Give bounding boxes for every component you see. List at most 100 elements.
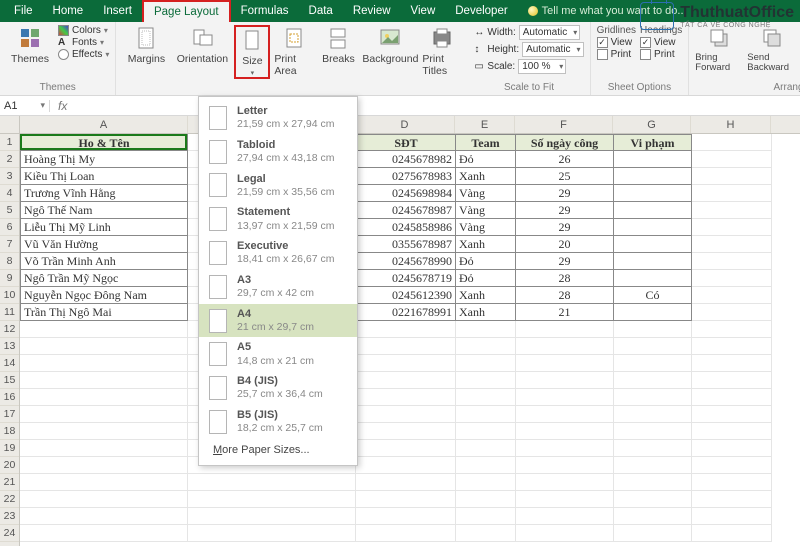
row-header[interactable]: 2 bbox=[0, 151, 19, 168]
size-button[interactable]: Size▾ bbox=[234, 25, 270, 79]
row-header[interactable]: 11 bbox=[0, 304, 19, 321]
size-option-executive[interactable]: Executive18,41 cm x 26,67 cm bbox=[199, 236, 357, 270]
row-header[interactable]: 12 bbox=[0, 321, 19, 338]
tab-file[interactable]: File bbox=[4, 0, 43, 22]
themes-button[interactable]: Themes bbox=[6, 25, 54, 65]
row-header[interactable]: 18 bbox=[0, 423, 19, 440]
tab-data[interactable]: Data bbox=[299, 0, 343, 22]
size-option-a5[interactable]: A514,8 cm x 21 cm bbox=[199, 337, 357, 371]
fonts-icon: A bbox=[58, 37, 69, 48]
group-label-page-setup bbox=[122, 82, 462, 95]
row-header[interactable]: 1 bbox=[0, 134, 19, 151]
tab-developer[interactable]: Developer bbox=[445, 0, 517, 22]
row-header[interactable]: 17 bbox=[0, 406, 19, 423]
group-scale-to-fit: ↔Width:Automatic ↕Height:Automatic ▭Scal… bbox=[468, 22, 590, 95]
page-icon bbox=[209, 241, 227, 265]
table-row: Võ Trần Minh Anh0245678990Đỏ29 bbox=[20, 253, 800, 270]
row-header[interactable]: 13 bbox=[0, 338, 19, 355]
themes-label: Themes bbox=[11, 53, 49, 65]
row-header[interactable]: 24 bbox=[0, 525, 19, 542]
row-header[interactable]: 7 bbox=[0, 236, 19, 253]
bring-forward-button[interactable]: Bring Forward bbox=[695, 25, 743, 72]
send-backward-button[interactable]: Send Backward bbox=[747, 25, 797, 72]
page-icon bbox=[209, 275, 227, 299]
row-header[interactable]: 6 bbox=[0, 219, 19, 236]
tab-view[interactable]: View bbox=[401, 0, 446, 22]
page-icon bbox=[209, 342, 227, 366]
scale-percent[interactable]: ▭Scale:100 % bbox=[474, 59, 583, 74]
group-page-setup: Margins Orientation Size▾ Print Area Bre… bbox=[116, 22, 468, 95]
row-header[interactable]: 5 bbox=[0, 202, 19, 219]
size-option-legal[interactable]: Legal21,59 cm x 35,56 cm bbox=[199, 169, 357, 203]
row-header[interactable]: 16 bbox=[0, 389, 19, 406]
logo-text: ThuthuatOffice bbox=[680, 4, 794, 22]
group-label-arrange: Arrange bbox=[695, 82, 800, 95]
col-header[interactable]: H bbox=[691, 116, 771, 133]
size-option-letter[interactable]: Letter21,59 cm x 27,94 cm bbox=[199, 101, 357, 135]
page-icon bbox=[209, 106, 227, 130]
size-icon bbox=[239, 27, 265, 53]
table-row: Nguyễn Ngọc Đông Nam0245612390Xanh28Có bbox=[20, 287, 800, 304]
size-dropdown: Letter21,59 cm x 27,94 cmTabloid27,94 cm… bbox=[198, 96, 358, 466]
bulb-icon bbox=[528, 6, 538, 16]
gridlines-print-checkbox[interactable]: Print bbox=[597, 49, 636, 60]
scale-height[interactable]: ↕Height:Automatic bbox=[474, 42, 583, 57]
row-header[interactable]: 15 bbox=[0, 372, 19, 389]
table-row: Trần Thị Ngô Mai0221678991Xanh21 bbox=[20, 304, 800, 321]
row-header[interactable]: 22 bbox=[0, 491, 19, 508]
tab-insert[interactable]: Insert bbox=[93, 0, 142, 22]
row-header[interactable]: 9 bbox=[0, 270, 19, 287]
more-paper-sizes[interactable]: More Paper Sizes... bbox=[199, 439, 357, 461]
fx-icon[interactable]: fx bbox=[50, 99, 75, 113]
size-option-a4[interactable]: A421 cm x 29,7 cm bbox=[199, 304, 357, 338]
size-option-b5-jis-[interactable]: B5 (JIS)18,2 cm x 25,7 cm bbox=[199, 405, 357, 439]
headings-view-checkbox[interactable]: ✓View bbox=[640, 37, 682, 48]
row-header[interactable]: 8 bbox=[0, 253, 19, 270]
row-header[interactable]: 4 bbox=[0, 185, 19, 202]
col-header[interactable]: D bbox=[355, 116, 455, 133]
col-header[interactable]: G bbox=[613, 116, 691, 133]
effects-button[interactable]: Effects▾ bbox=[58, 49, 109, 60]
print-area-button[interactable]: Print Area bbox=[274, 25, 314, 77]
empty-row bbox=[20, 440, 800, 457]
col-header[interactable]: A bbox=[20, 116, 188, 133]
row-header[interactable]: 21 bbox=[0, 474, 19, 491]
row-header[interactable]: 14 bbox=[0, 355, 19, 372]
gridlines-view-checkbox[interactable]: ✓View bbox=[597, 37, 636, 48]
colors-button[interactable]: Colors▾ bbox=[58, 25, 109, 36]
empty-row bbox=[20, 525, 800, 542]
row-header[interactable]: 10 bbox=[0, 287, 19, 304]
tab-formulas[interactable]: Formulas bbox=[231, 0, 299, 22]
col-header[interactable]: F bbox=[515, 116, 613, 133]
headings-print-checkbox[interactable]: Print bbox=[640, 49, 682, 60]
col-header[interactable]: E bbox=[455, 116, 515, 133]
cells-area[interactable]: A D E F G H Họ & TênSĐTTeamSố ngày côngV… bbox=[20, 116, 800, 546]
empty-row bbox=[20, 338, 800, 355]
margins-button[interactable]: Margins bbox=[122, 25, 170, 65]
row-header[interactable]: 23 bbox=[0, 508, 19, 525]
page-icon bbox=[209, 140, 227, 164]
orientation-button[interactable]: Orientation bbox=[174, 25, 230, 65]
name-box[interactable]: A1▾ bbox=[0, 100, 50, 112]
row-header[interactable]: 3 bbox=[0, 168, 19, 185]
size-option-a3[interactable]: A329,7 cm x 42 cm bbox=[199, 270, 357, 304]
breaks-button[interactable]: Breaks bbox=[318, 25, 358, 65]
size-option-tabloid[interactable]: Tabloid27,94 cm x 43,18 cm bbox=[199, 135, 357, 169]
background-button[interactable]: Background bbox=[362, 25, 418, 65]
select-all-corner[interactable] bbox=[0, 116, 19, 134]
size-option-statement[interactable]: Statement13,97 cm x 21,59 cm bbox=[199, 202, 357, 236]
row-header[interactable]: 19 bbox=[0, 440, 19, 457]
tab-home[interactable]: Home bbox=[43, 0, 94, 22]
tab-review[interactable]: Review bbox=[343, 0, 401, 22]
tab-page-layout[interactable]: Page Layout bbox=[142, 0, 231, 22]
width-icon: ↔ bbox=[474, 27, 484, 38]
print-titles-button[interactable]: Print Titles bbox=[422, 25, 462, 77]
table-row: Trương Vĩnh Hằng0245698984Vàng29 bbox=[20, 185, 800, 202]
size-option-b4-jis-[interactable]: B4 (JIS)25,7 cm x 36,4 cm bbox=[199, 371, 357, 405]
spreadsheet-grid: 123456789101112131415161718192021222324 … bbox=[0, 116, 800, 546]
fonts-button[interactable]: AFonts▾ bbox=[58, 37, 109, 48]
scale-width[interactable]: ↔Width:Automatic bbox=[474, 25, 583, 40]
background-icon bbox=[377, 25, 403, 51]
row-header[interactable]: 20 bbox=[0, 457, 19, 474]
table-row: Hoàng Thị My0245678982Đỏ26 bbox=[20, 151, 800, 168]
